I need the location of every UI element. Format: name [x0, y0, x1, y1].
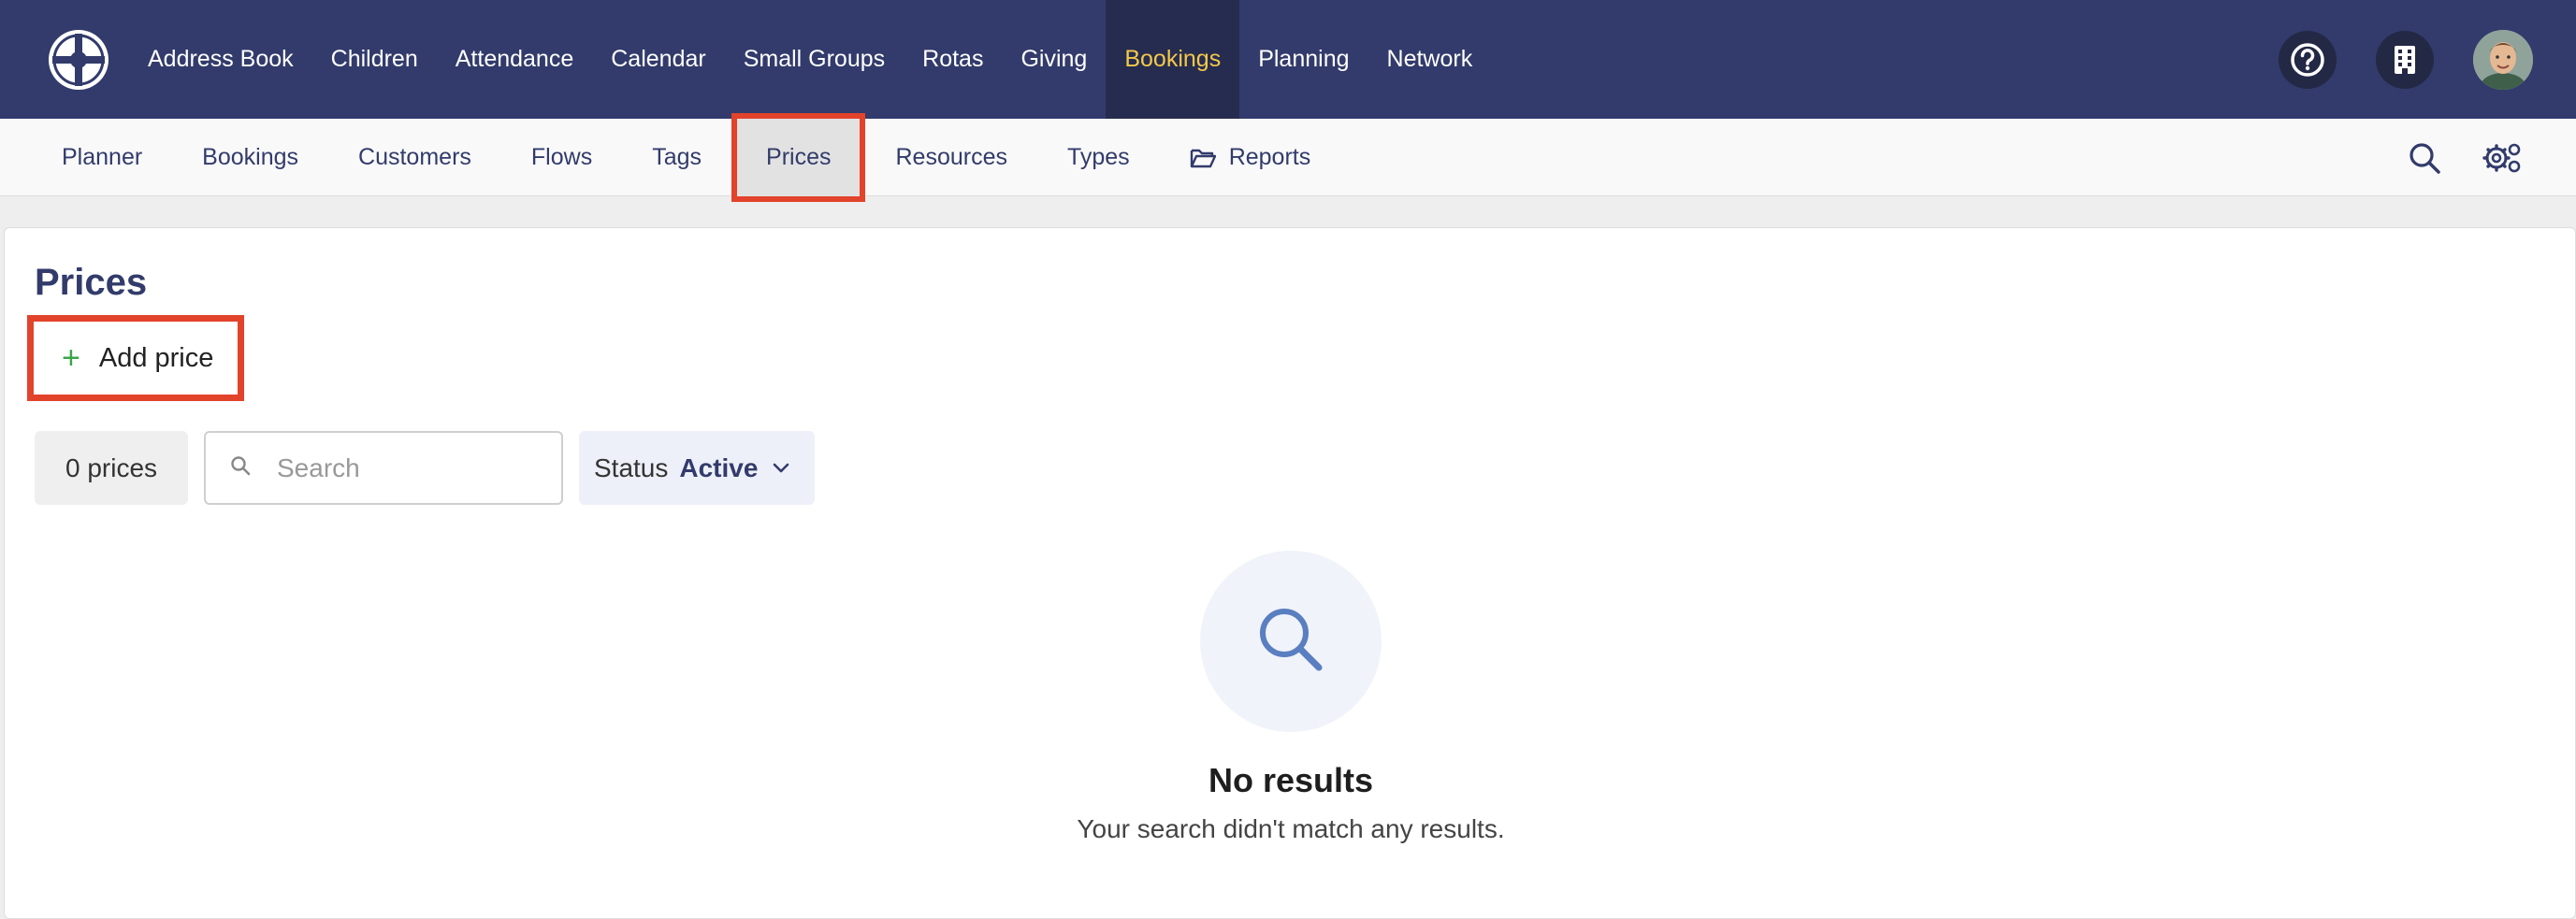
topnav-item-small-groups[interactable]: Small Groups: [725, 0, 904, 119]
tab-types[interactable]: Types: [1037, 119, 1160, 196]
settings-gears-icon[interactable]: [2482, 141, 2522, 175]
search-input[interactable]: [277, 452, 539, 483]
tab-tags[interactable]: Tags: [622, 119, 731, 196]
wheel-logo-icon[interactable]: [47, 28, 110, 92]
building-icon[interactable]: [2376, 30, 2434, 89]
add-price-label: Add price: [98, 342, 214, 373]
plus-icon: +: [62, 340, 80, 376]
search-icon: [1253, 602, 1328, 682]
folder-open-icon: [1190, 148, 1216, 168]
tab-customers[interactable]: Customers: [328, 119, 501, 196]
tab-bookings[interactable]: Bookings: [172, 119, 328, 196]
tab-reports[interactable]: Reports: [1160, 119, 1341, 196]
topnav-item-giving[interactable]: Giving: [1002, 0, 1106, 119]
tab-reports-label: Reports: [1228, 144, 1311, 170]
empty-state-icon-container: [1200, 551, 1382, 732]
status-filter-label: Status: [594, 452, 669, 482]
search-icon: [230, 455, 251, 481]
chevron-down-icon: [773, 463, 789, 474]
filter-bar: 0 prices Status Active: [35, 431, 815, 505]
add-price-button[interactable]: + Add price: [27, 315, 244, 401]
top-navbar: Address Book Children Attendance Calenda…: [0, 0, 2576, 119]
sub-navbar: Planner Bookings Customers Flows Tags Pr…: [0, 113, 2576, 202]
topnav-item-planning[interactable]: Planning: [1239, 0, 1368, 119]
top-nav-menu: Address Book Children Attendance Calenda…: [129, 0, 1491, 119]
tab-planner[interactable]: Planner: [32, 119, 172, 196]
result-count-badge: 0 prices: [35, 431, 188, 505]
empty-state-message: Your search didn't match any results.: [1077, 814, 1505, 843]
tab-flows[interactable]: Flows: [501, 119, 622, 196]
topnav-item-attendance[interactable]: Attendance: [437, 0, 593, 119]
page-title: Prices: [35, 262, 148, 303]
subnav-actions: [2366, 119, 2522, 196]
tab-resources[interactable]: Resources: [865, 119, 1037, 196]
empty-state-title: No results: [1208, 761, 1374, 799]
topnav-item-address-book[interactable]: Address Book: [129, 0, 312, 119]
topnav-item-bookings[interactable]: Bookings: [1106, 0, 1240, 119]
sub-nav-menu: Planner Bookings Customers Flows Tags Pr…: [32, 113, 1341, 202]
avatar[interactable]: [2473, 29, 2533, 90]
topnav-item-rotas[interactable]: Rotas: [904, 0, 1002, 119]
status-filter-value: Active: [679, 452, 759, 482]
tab-prices[interactable]: Prices: [731, 113, 866, 202]
search-field[interactable]: [204, 431, 563, 505]
search-icon[interactable]: [2408, 141, 2441, 175]
top-right-actions: [2239, 0, 2533, 119]
help-icon[interactable]: [2279, 30, 2337, 89]
topnav-item-calendar[interactable]: Calendar: [592, 0, 724, 119]
prices-panel: Prices + Add price 0 prices Status Activ…: [4, 227, 2576, 919]
topnav-item-network[interactable]: Network: [1368, 0, 1492, 119]
status-filter-dropdown[interactable]: Status Active: [579, 431, 815, 505]
topnav-item-children[interactable]: Children: [312, 0, 437, 119]
